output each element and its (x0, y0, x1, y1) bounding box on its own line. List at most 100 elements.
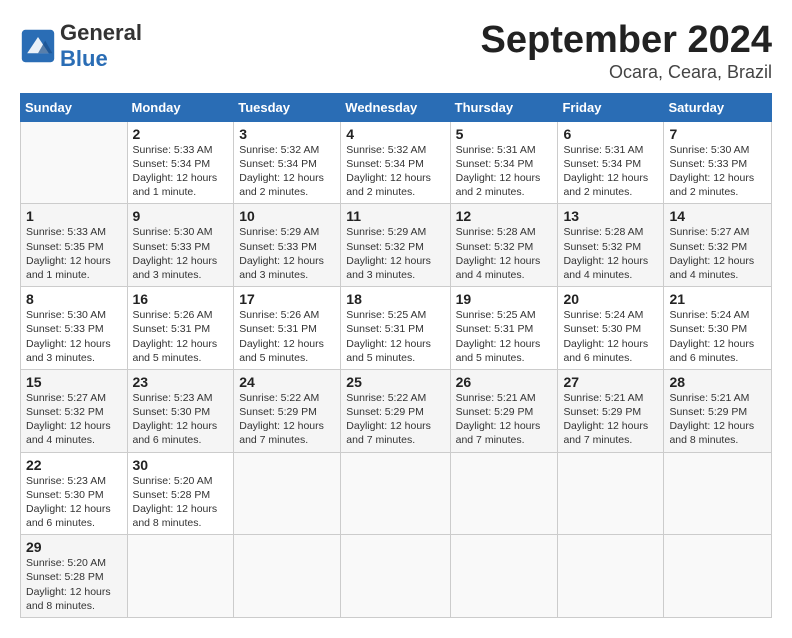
calendar-cell (664, 535, 772, 618)
calendar-week-4: 15Sunrise: 5:27 AMSunset: 5:32 PMDayligh… (21, 369, 772, 452)
calendar-cell: 3Sunrise: 5:32 AMSunset: 5:34 PMDaylight… (234, 121, 341, 204)
day-number: 25 (346, 374, 444, 390)
day-info: Sunrise: 5:27 AMSunset: 5:32 PMDaylight:… (669, 225, 766, 282)
logo: General Blue (20, 20, 142, 72)
calendar-cell (234, 535, 341, 618)
calendar-cell (664, 452, 772, 535)
day-info: Sunrise: 5:21 AMSunset: 5:29 PMDaylight:… (456, 391, 553, 448)
col-header-monday: Monday (127, 93, 234, 121)
calendar-cell: 1Sunrise: 5:33 AMSunset: 5:35 PMDaylight… (21, 204, 128, 287)
day-number: 6 (563, 126, 658, 142)
calendar-cell (341, 452, 450, 535)
day-info: Sunrise: 5:22 AMSunset: 5:29 PMDaylight:… (239, 391, 335, 448)
col-header-thursday: Thursday (450, 93, 558, 121)
calendar-cell (234, 452, 341, 535)
day-number: 4 (346, 126, 444, 142)
calendar-cell: 15Sunrise: 5:27 AMSunset: 5:32 PMDayligh… (21, 369, 128, 452)
calendar-cell: 23Sunrise: 5:23 AMSunset: 5:30 PMDayligh… (127, 369, 234, 452)
day-number: 30 (133, 457, 229, 473)
calendar-cell: 16Sunrise: 5:26 AMSunset: 5:31 PMDayligh… (127, 287, 234, 370)
calendar-cell: 10Sunrise: 5:29 AMSunset: 5:33 PMDayligh… (234, 204, 341, 287)
day-number: 19 (456, 291, 553, 307)
day-info: Sunrise: 5:32 AMSunset: 5:34 PMDaylight:… (239, 143, 335, 200)
calendar-cell (450, 535, 558, 618)
month-title: September 2024 (481, 20, 773, 62)
day-number: 8 (26, 291, 122, 307)
calendar-cell: 2Sunrise: 5:33 AMSunset: 5:34 PMDaylight… (127, 121, 234, 204)
logo-general-text: General (60, 20, 142, 45)
day-number: 14 (669, 208, 766, 224)
day-info: Sunrise: 5:21 AMSunset: 5:29 PMDaylight:… (669, 391, 766, 448)
day-info: Sunrise: 5:29 AMSunset: 5:33 PMDaylight:… (239, 225, 335, 282)
calendar-week-2: 1Sunrise: 5:33 AMSunset: 5:35 PMDaylight… (21, 204, 772, 287)
calendar-header-row: SundayMondayTuesdayWednesdayThursdayFrid… (21, 93, 772, 121)
day-number: 13 (563, 208, 658, 224)
calendar-cell: 11Sunrise: 5:29 AMSunset: 5:32 PMDayligh… (341, 204, 450, 287)
calendar-cell: 9Sunrise: 5:30 AMSunset: 5:33 PMDaylight… (127, 204, 234, 287)
col-header-friday: Friday (558, 93, 664, 121)
day-number: 7 (669, 126, 766, 142)
title-block: September 2024 Ocara, Ceara, Brazil (481, 20, 773, 83)
calendar-week-3: 8Sunrise: 5:30 AMSunset: 5:33 PMDaylight… (21, 287, 772, 370)
logo-icon (20, 28, 56, 64)
day-number: 17 (239, 291, 335, 307)
calendar-cell: 26Sunrise: 5:21 AMSunset: 5:29 PMDayligh… (450, 369, 558, 452)
day-info: Sunrise: 5:26 AMSunset: 5:31 PMDaylight:… (133, 308, 229, 365)
calendar-cell: 6Sunrise: 5:31 AMSunset: 5:34 PMDaylight… (558, 121, 664, 204)
calendar-cell: 20Sunrise: 5:24 AMSunset: 5:30 PMDayligh… (558, 287, 664, 370)
day-info: Sunrise: 5:20 AMSunset: 5:28 PMDaylight:… (26, 556, 122, 613)
day-info: Sunrise: 5:27 AMSunset: 5:32 PMDaylight:… (26, 391, 122, 448)
calendar-cell (450, 452, 558, 535)
day-info: Sunrise: 5:24 AMSunset: 5:30 PMDaylight:… (563, 308, 658, 365)
calendar-cell: 25Sunrise: 5:22 AMSunset: 5:29 PMDayligh… (341, 369, 450, 452)
day-number: 16 (133, 291, 229, 307)
day-info: Sunrise: 5:21 AMSunset: 5:29 PMDaylight:… (563, 391, 658, 448)
day-number: 24 (239, 374, 335, 390)
calendar-cell: 17Sunrise: 5:26 AMSunset: 5:31 PMDayligh… (234, 287, 341, 370)
day-info: Sunrise: 5:31 AMSunset: 5:34 PMDaylight:… (456, 143, 553, 200)
calendar-cell (558, 535, 664, 618)
calendar-cell: 18Sunrise: 5:25 AMSunset: 5:31 PMDayligh… (341, 287, 450, 370)
day-number: 28 (669, 374, 766, 390)
calendar-cell: 14Sunrise: 5:27 AMSunset: 5:32 PMDayligh… (664, 204, 772, 287)
col-header-wednesday: Wednesday (341, 93, 450, 121)
day-info: Sunrise: 5:29 AMSunset: 5:32 PMDaylight:… (346, 225, 444, 282)
day-info: Sunrise: 5:30 AMSunset: 5:33 PMDaylight:… (669, 143, 766, 200)
calendar-cell: 5Sunrise: 5:31 AMSunset: 5:34 PMDaylight… (450, 121, 558, 204)
day-number: 1 (26, 208, 122, 224)
calendar-cell (127, 535, 234, 618)
calendar-cell (558, 452, 664, 535)
day-info: Sunrise: 5:23 AMSunset: 5:30 PMDaylight:… (26, 474, 122, 531)
calendar-cell: 7Sunrise: 5:30 AMSunset: 5:33 PMDaylight… (664, 121, 772, 204)
logo-blue-text: Blue (60, 46, 108, 71)
calendar-cell: 24Sunrise: 5:22 AMSunset: 5:29 PMDayligh… (234, 369, 341, 452)
calendar-cell: 8Sunrise: 5:30 AMSunset: 5:33 PMDaylight… (21, 287, 128, 370)
day-info: Sunrise: 5:26 AMSunset: 5:31 PMDaylight:… (239, 308, 335, 365)
calendar-cell: 28Sunrise: 5:21 AMSunset: 5:29 PMDayligh… (664, 369, 772, 452)
day-number: 27 (563, 374, 658, 390)
day-number: 20 (563, 291, 658, 307)
day-number: 10 (239, 208, 335, 224)
page-header: General Blue September 2024 Ocara, Ceara… (20, 20, 772, 83)
day-number: 3 (239, 126, 335, 142)
col-header-saturday: Saturday (664, 93, 772, 121)
calendar-cell (341, 535, 450, 618)
day-number: 11 (346, 208, 444, 224)
day-info: Sunrise: 5:23 AMSunset: 5:30 PMDaylight:… (133, 391, 229, 448)
day-info: Sunrise: 5:25 AMSunset: 5:31 PMDaylight:… (346, 308, 444, 365)
location-title: Ocara, Ceara, Brazil (481, 62, 773, 83)
calendar-cell: 13Sunrise: 5:28 AMSunset: 5:32 PMDayligh… (558, 204, 664, 287)
day-number: 23 (133, 374, 229, 390)
day-info: Sunrise: 5:33 AMSunset: 5:35 PMDaylight:… (26, 225, 122, 282)
day-info: Sunrise: 5:22 AMSunset: 5:29 PMDaylight:… (346, 391, 444, 448)
calendar-week-6: 29Sunrise: 5:20 AMSunset: 5:28 PMDayligh… (21, 535, 772, 618)
day-number: 26 (456, 374, 553, 390)
day-number: 22 (26, 457, 122, 473)
day-info: Sunrise: 5:33 AMSunset: 5:34 PMDaylight:… (133, 143, 229, 200)
col-header-sunday: Sunday (21, 93, 128, 121)
day-number: 2 (133, 126, 229, 142)
day-number: 18 (346, 291, 444, 307)
calendar-cell: 22Sunrise: 5:23 AMSunset: 5:30 PMDayligh… (21, 452, 128, 535)
calendar-cell (21, 121, 128, 204)
day-info: Sunrise: 5:32 AMSunset: 5:34 PMDaylight:… (346, 143, 444, 200)
